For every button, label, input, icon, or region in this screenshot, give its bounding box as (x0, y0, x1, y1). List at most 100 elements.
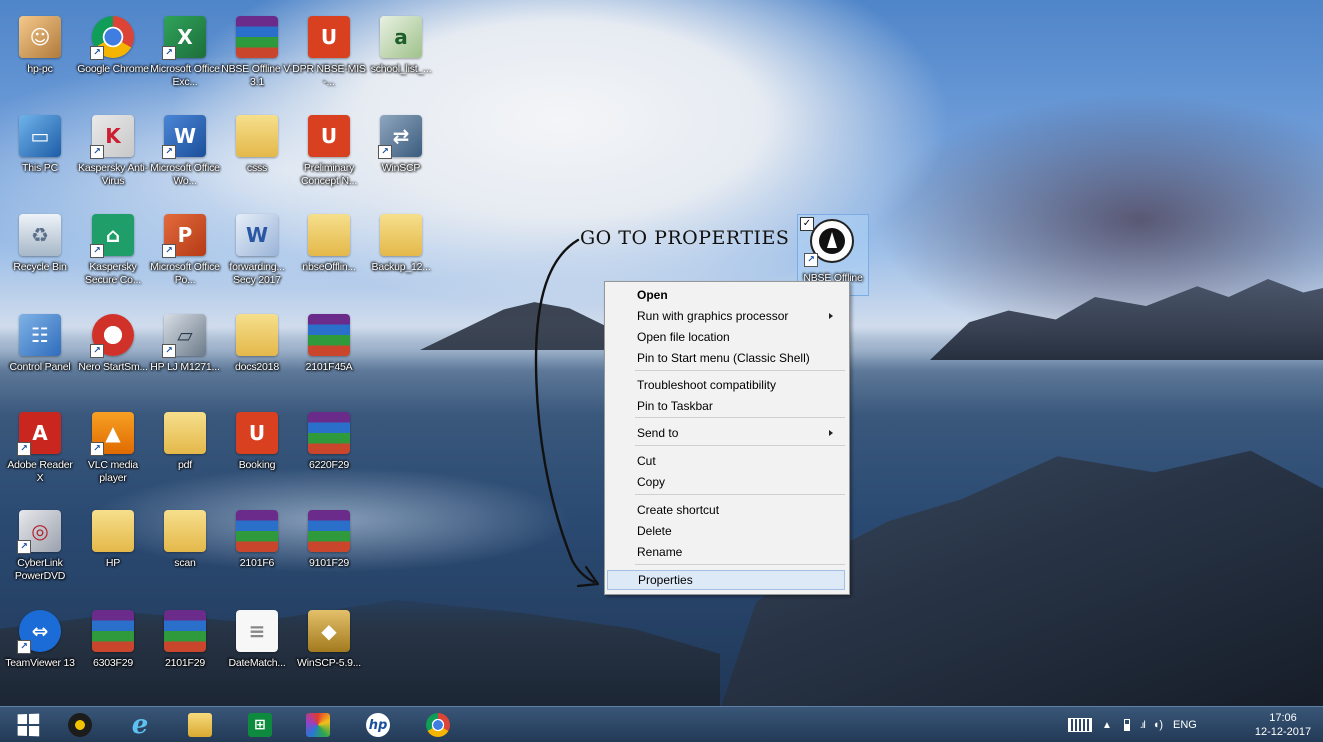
desktop-icon-microsoft-office-po[interactable]: P ↗ Microsoft Office Po... (150, 212, 220, 300)
menu-item-properties[interactable]: Properties (607, 570, 845, 590)
nero-icon: ↗ (90, 314, 134, 358)
menu-item-copy[interactable]: Copy (607, 472, 845, 492)
network-signal-icon[interactable]: .ıl (1140, 720, 1146, 731)
system-tray: ▲ .ıl ◖) ENG (1068, 707, 1197, 742)
desktop-icon-2101f29[interactable]: 2101F29 (150, 608, 220, 696)
desktop-icon-label: docs2018 (235, 361, 279, 373)
context-menu: Open Run with graphics processor Open file… (604, 281, 850, 595)
media-player-button[interactable] (60, 710, 100, 740)
winscp-setup-icon: ◆ (308, 610, 350, 652)
desktop-icon-preliminary-concept-n[interactable]: U Preliminary Concept N... (294, 113, 364, 201)
shortcut-arrow-icon: ↗ (17, 640, 31, 654)
desktop-icon-adobe-reader-x[interactable]: A ↗ Adobe Reader X (5, 410, 75, 498)
clock-date: 12-12-2017 (1254, 726, 1312, 738)
internet-explorer-button[interactable]: e (120, 710, 160, 740)
desktop-icon-winscp[interactable]: ⇄ ↗ WinSCP (366, 113, 436, 201)
desktop-icon-scan[interactable]: scan (150, 508, 220, 596)
desktop-icon-hp-pc[interactable]: ☺ hp-pc (5, 14, 75, 102)
shortcut-arrow-icon: ↗ (90, 244, 104, 258)
desktop-icon-forwarding-secy-2017[interactable]: Wforwarding... Secy 2017 (222, 212, 292, 300)
desktop-icon-school-list[interactable]: a school_list_... (366, 14, 436, 102)
menu-item-pin-to-taskbar[interactable]: Pin to Taskbar (607, 396, 845, 416)
desktop-icon-kaspersky-secure-co[interactable]: ⌂ ↗ Kaspersky Secure Co... (78, 212, 148, 300)
desktop-icon-label: forwarding... Secy 2017 (229, 261, 285, 286)
teamviewer-icon: ⇔ ↗ (17, 610, 61, 654)
shortcut-arrow-icon: ↗ (162, 145, 176, 159)
menu-item-delete[interactable]: Delete (607, 521, 845, 541)
taskbar: e ⊞ hp ▲ .ıl ◖) ENG 17:06 12-12-2017 (0, 706, 1323, 742)
menu-item-create-shortcut[interactable]: Create shortcut (607, 500, 845, 520)
desktop-icon-control-panel[interactable]: ☷ Control Panel (5, 312, 75, 400)
desktop-icon-label: WinSCP (381, 162, 421, 174)
menu-item-cut[interactable]: Cut (607, 451, 845, 471)
desktop-icon-6303f29[interactable]: 6303F29 (78, 608, 148, 696)
desktop-icon-label: WinSCP-5.9... (297, 657, 361, 669)
menu-item-run-with-graphics-processor[interactable]: Run with graphics processor (607, 306, 845, 326)
menu-separator (635, 494, 845, 495)
menu-item-rename[interactable]: Rename (607, 542, 845, 562)
desktop-icon-pdf[interactable]: pdf (150, 410, 220, 498)
desktop-icon-backup-12[interactable]: Backup_12... (366, 212, 436, 300)
checkbox-icon[interactable]: ✓ (800, 217, 814, 231)
desktop-icon-nbseofflin[interactable]: nbseOfflin... (294, 212, 364, 300)
desktop-icon-9101f29[interactable]: 9101F29 (294, 508, 364, 596)
desktop-icon-winscp-5-9[interactable]: ◆ WinSCP-5.9... (294, 608, 364, 696)
folder-icon (236, 314, 278, 356)
kaspersky-icon: K ↗ (90, 115, 134, 159)
store-bag-icon: ⊞ (248, 713, 272, 737)
battery-icon[interactable] (1123, 719, 1130, 731)
desktop-icon-2101f45a[interactable]: 2101F45A (294, 312, 364, 400)
desktop-icon-label: Recycle Bin (13, 261, 67, 273)
desktop-icon-nero-startsm[interactable]: ↗ Nero StartSm... (78, 312, 148, 400)
desktop-icon-booking[interactable]: U Booking (222, 410, 292, 498)
show-hidden-icons-icon[interactable]: ▲ (1102, 720, 1112, 731)
winrar-archive-icon (308, 412, 350, 454)
menu-item-troubleshoot-compatibility[interactable]: Troubleshoot compatibility (607, 375, 845, 395)
chrome-button[interactable] (418, 710, 458, 740)
desktop-icon-2101f6[interactable]: 2101F6 (222, 508, 292, 596)
menu-item-send-to[interactable]: Send to (607, 423, 845, 443)
winrar-archive-icon (164, 610, 206, 652)
file-explorer-button[interactable] (180, 710, 220, 740)
menu-item-label: Run with graphics processor (637, 309, 789, 323)
menu-item-open-file-location[interactable]: Open file location (607, 327, 845, 347)
volume-icon[interactable]: ◖) (1153, 719, 1163, 731)
language-indicator[interactable]: ENG (1173, 719, 1197, 731)
desktop-icon-csss[interactable]: csss (222, 113, 292, 201)
hp-button[interactable]: hp (358, 710, 398, 740)
desktop-icon-label: Adobe Reader X (7, 459, 73, 484)
control-panel-icon: ☷ (19, 314, 61, 356)
store-button[interactable]: ⊞ (240, 710, 280, 740)
desktop-icon-label: HP LJ M1271... (150, 361, 220, 373)
menu-item-pin-to-start-menu-classic-shell[interactable]: Pin to Start menu (Classic Shell) (607, 348, 845, 368)
desktop-icon-teamviewer-13[interactable]: ⇔ ↗ TeamViewer 13 (5, 608, 75, 696)
paint-button[interactable] (298, 710, 338, 740)
desktop-icon-microsoft-office-exc[interactable]: X ↗ Microsoft Office Exc... (150, 14, 220, 102)
shortcut-arrow-icon: ↗ (90, 344, 104, 358)
desktop-icon-nbse-offline-v-3-1[interactable]: NBSE Offline V-3.1 (221, 14, 293, 102)
desktop-icon-cyberlink-powerdvd[interactable]: ◎ ↗ CyberLink PowerDVD (5, 508, 75, 596)
menu-item-open[interactable]: Open (607, 285, 845, 305)
desktop-icon-label: scan (174, 557, 196, 569)
start-button[interactable] (8, 710, 48, 740)
desktop-icon-this-pc[interactable]: ▭ This PC (5, 113, 75, 201)
desktop-icon-label: This PC (22, 162, 58, 174)
paint-icon (306, 713, 330, 737)
desktop-icon-microsoft-office-wo[interactable]: W ↗ Microsoft Office Wo... (150, 113, 220, 201)
desktop-icon-label: 2101F6 (239, 557, 275, 569)
desktop-icon-google-chrome[interactable]: ↗ Google Chrome (77, 14, 149, 102)
desktop-icon-dpr-nbse-mis[interactable]: U DPR NBSE-MIS -... (292, 14, 366, 102)
desktop-icon-hp-lj-m1271[interactable]: ▱ ↗ HP LJ M1271... (150, 312, 220, 400)
desktop-icon-label: 9101F29 (308, 557, 350, 569)
desktop-icon-datematch[interactable]: ≡ DateMatch... (222, 608, 292, 696)
desktop-icon-recycle-bin[interactable]: ♻ Recycle Bin (5, 212, 75, 300)
desktop-icon-hp[interactable]: HP (78, 508, 148, 596)
clock[interactable]: 17:06 12-12-2017 (1253, 711, 1313, 739)
kaspersky-secure-icon: ⌂ ↗ (90, 214, 134, 258)
keyboard-icon[interactable] (1068, 718, 1092, 732)
desktop-icon-kaspersky-anti-virus[interactable]: K ↗ Kaspersky Anti-Virus (78, 113, 148, 201)
desktop-icon-vlc-media-player[interactable]: ▲ ↗ VLC media player (78, 410, 148, 498)
desktop-icon-docs2018[interactable]: docs2018 (222, 312, 292, 400)
desktop-icon-6220f29[interactable]: 6220F29 (294, 410, 364, 498)
hp-logo-icon: hp (366, 713, 390, 737)
